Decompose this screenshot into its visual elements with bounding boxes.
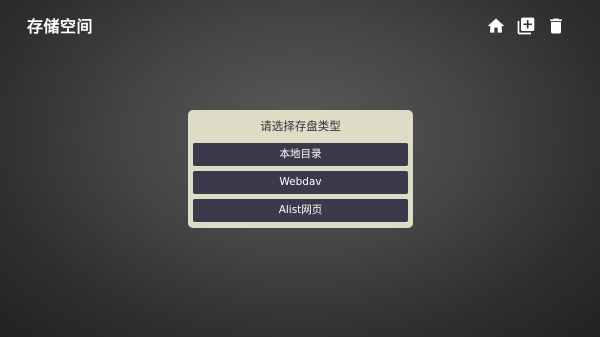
delete-button[interactable] bbox=[545, 15, 567, 37]
dialog-title: 请选择存盘类型 bbox=[260, 119, 341, 133]
option-webdav[interactable]: Webdav bbox=[193, 171, 408, 194]
delete-icon bbox=[550, 18, 562, 34]
option-local-directory[interactable]: 本地目录 bbox=[193, 143, 408, 166]
option-alist-web[interactable]: Alist网页 bbox=[193, 199, 408, 222]
add-storage-button[interactable] bbox=[515, 15, 537, 37]
storage-type-dialog: 请选择存盘类型 本地目录 Webdav Alist网页 bbox=[188, 110, 413, 228]
add-icon bbox=[517, 17, 535, 35]
page-title: 存储空间 bbox=[27, 17, 94, 36]
toolbar bbox=[485, 15, 567, 37]
home-button[interactable] bbox=[485, 15, 507, 37]
home-icon bbox=[487, 18, 505, 33]
